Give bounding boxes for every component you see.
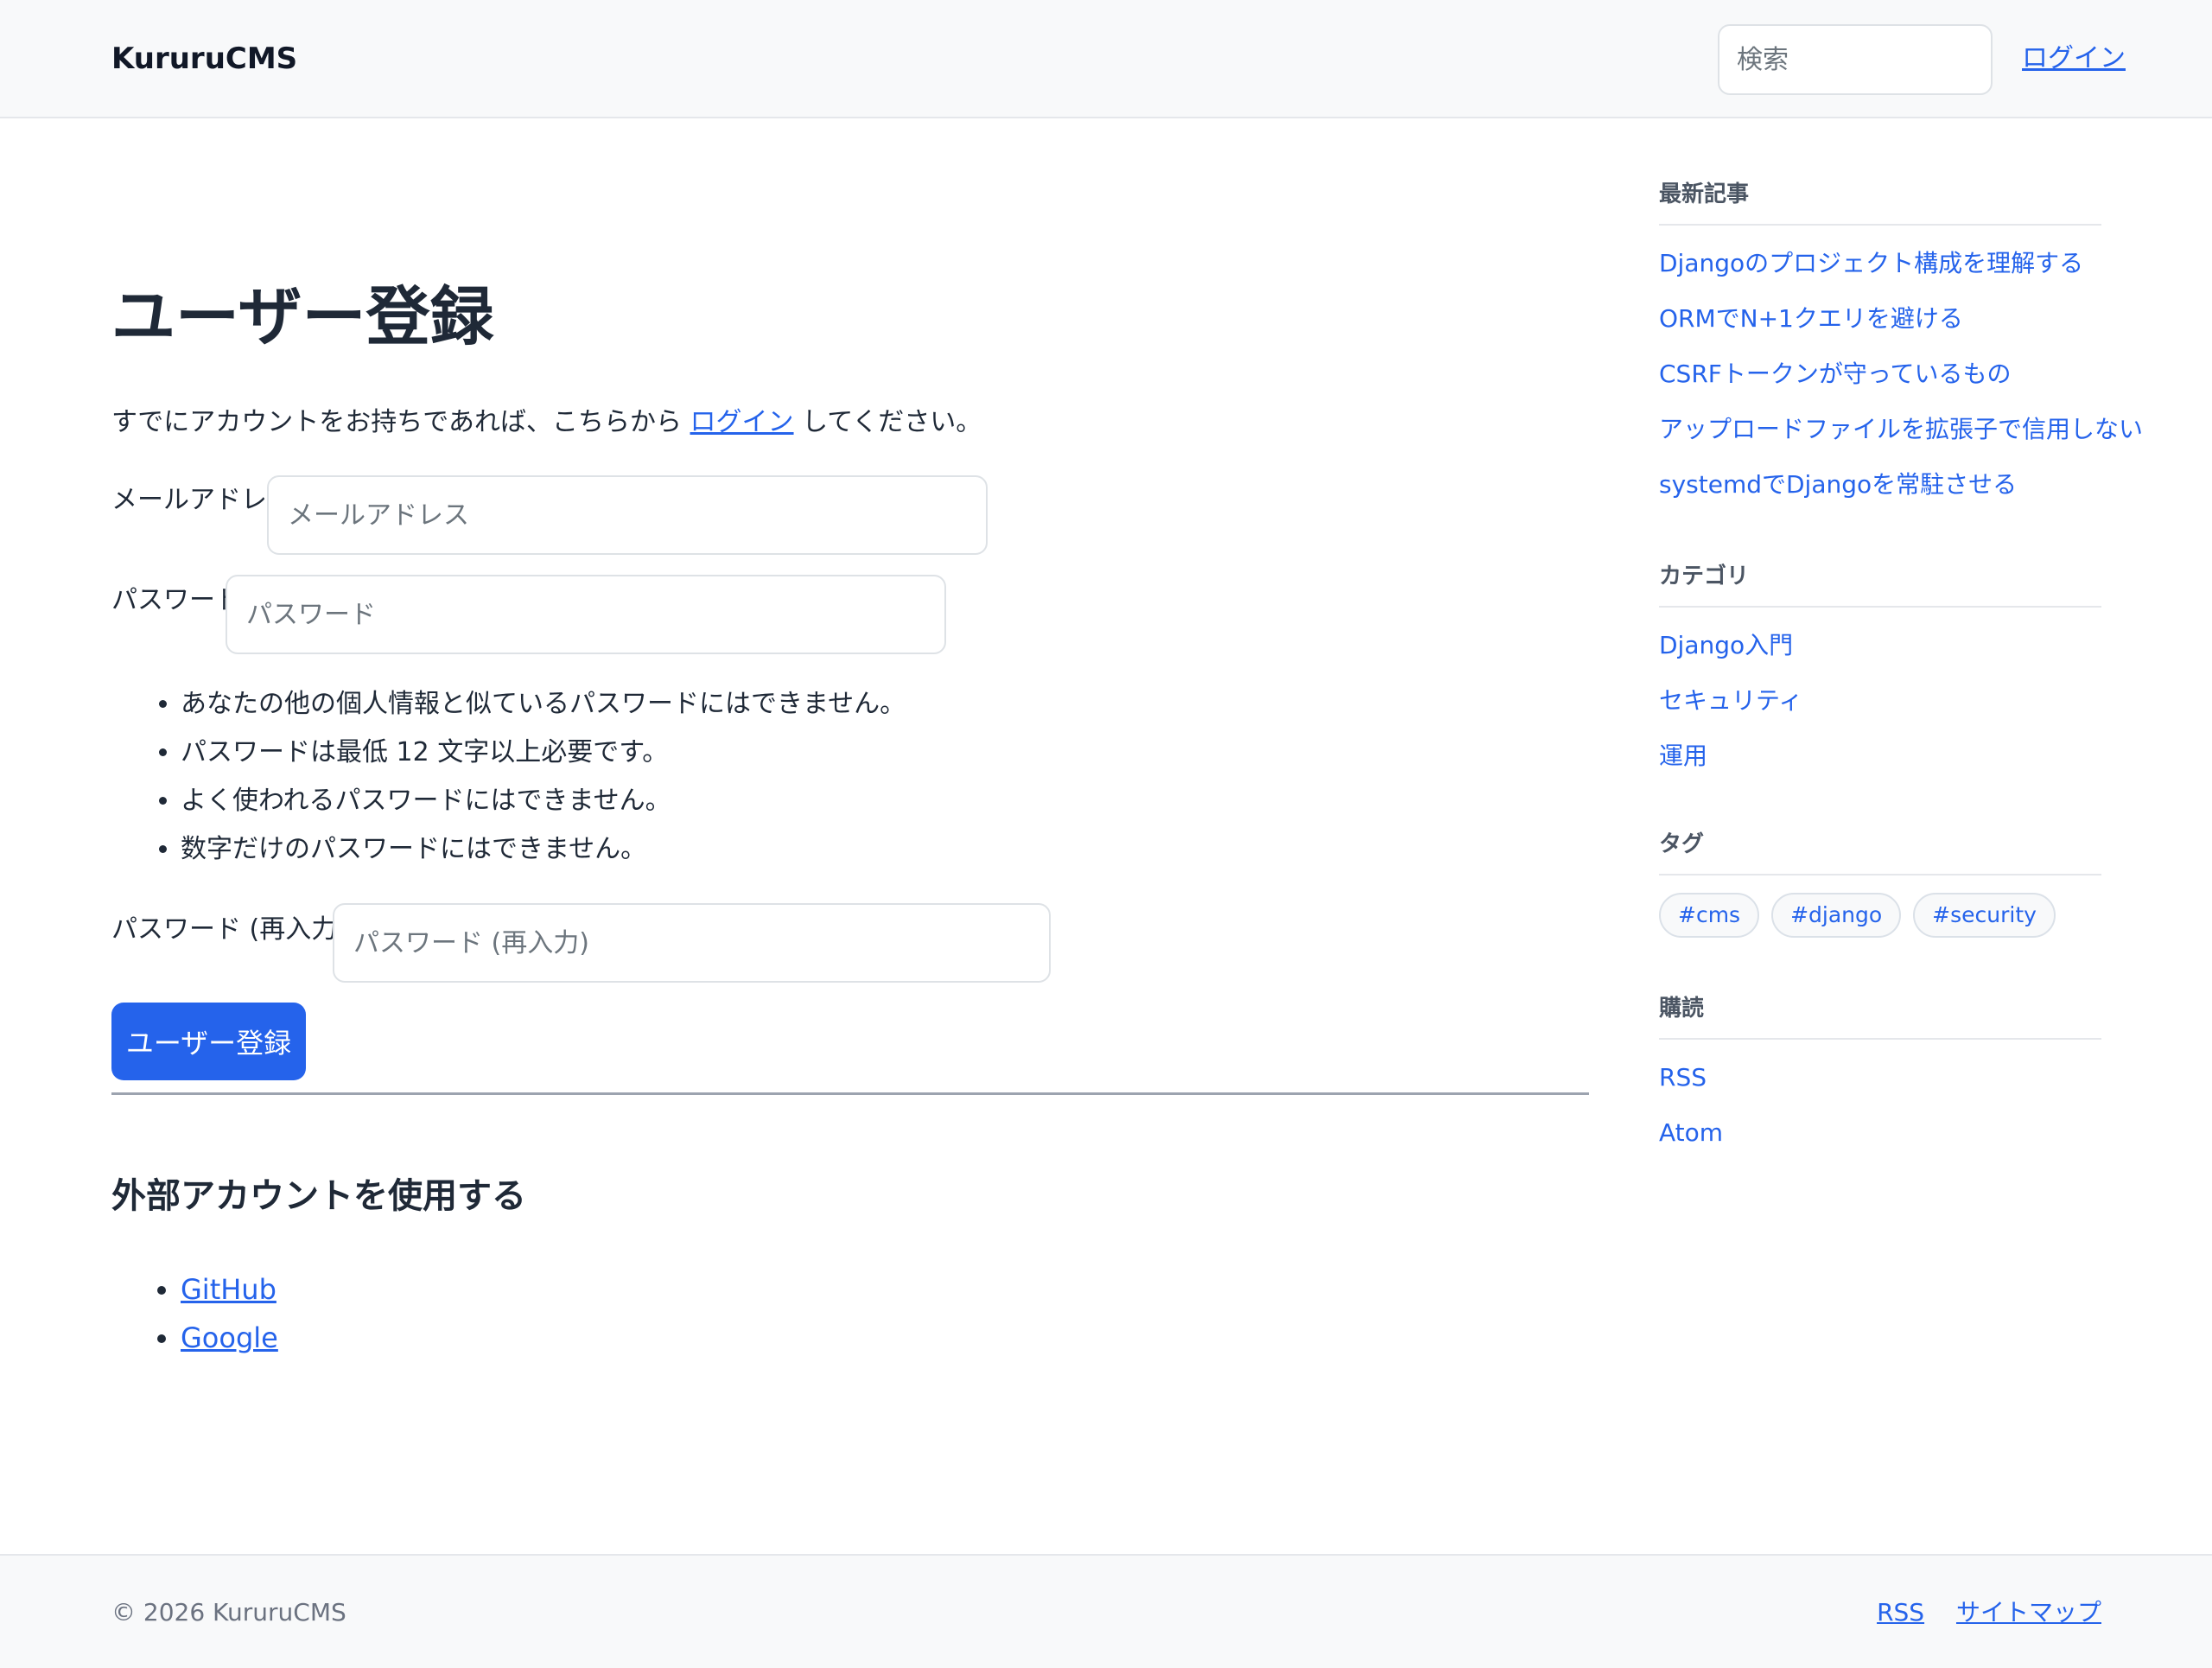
intro-login-link[interactable]: ログイン <box>690 407 794 437</box>
tag-chip[interactable]: #django <box>1771 893 1902 938</box>
list-item: ORMでN+1クエリを避ける <box>1659 291 2143 347</box>
password-help-item: パスワードは最低 12 文字以上必要です。 <box>181 729 906 777</box>
recent-post-link[interactable]: systemdでDjangoを常駐させる <box>1659 470 2017 499</box>
list-item: #security <box>1913 893 2056 938</box>
recent-post-link[interactable]: ORMでN+1クエリを避ける <box>1659 304 1963 333</box>
list-item: RSS <box>1659 1050 1723 1105</box>
list-item: CSRFトークンが守っているもの <box>1659 347 2143 402</box>
social-login-title: 外部アカウントを使用する <box>111 1176 526 1216</box>
github-login-link[interactable]: GitHub <box>181 1273 276 1306</box>
password-confirm-label: パスワード (再入力): <box>111 914 357 945</box>
list-item: アップロードファイルを拡張子で信用しない <box>1659 402 2143 457</box>
list-item: #cms <box>1659 893 1760 938</box>
list-item: GitHub <box>181 1265 278 1314</box>
page-title: ユーザー登録 <box>111 280 494 354</box>
password-help-item: よく使われるパスワードにはできません。 <box>181 777 906 825</box>
list-item: Django入門 <box>1659 618 1802 673</box>
categories-heading: カテゴリ <box>1659 559 2101 608</box>
tag-chip[interactable]: #security <box>1913 893 2056 938</box>
search-input[interactable] <box>1718 24 1993 95</box>
rss-link[interactable]: RSS <box>1659 1063 1707 1092</box>
password-help-item: 数字だけのパスワードにはできません。 <box>181 825 906 874</box>
social-provider-list: GitHub Google <box>111 1265 278 1362</box>
list-item: systemdでDjangoを常駐させる <box>1659 457 2143 512</box>
footer-sitemap-link[interactable]: サイトマップ <box>1956 1598 2101 1627</box>
list-item: 運用 <box>1659 729 1802 784</box>
tag-chip[interactable]: #cms <box>1659 893 1760 938</box>
atom-link[interactable]: Atom <box>1659 1118 1723 1147</box>
list-item: Djangoのプロジェクト構成を理解する <box>1659 236 2143 291</box>
site-header: KururuCMS ログイン <box>0 0 2212 118</box>
list-item: Atom <box>1659 1105 1723 1161</box>
copyright-text: © 2026 KururuCMS <box>111 1598 346 1627</box>
subscribe-list: RSS Atom <box>1659 1050 1723 1161</box>
recent-posts-heading: 最新記事 <box>1659 177 2101 226</box>
recent-post-link[interactable]: CSRFトークンが守っているもの <box>1659 360 2012 388</box>
password-field[interactable] <box>226 575 946 654</box>
category-link[interactable]: 運用 <box>1659 742 1707 770</box>
brand-logo[interactable]: KururuCMS <box>111 38 297 80</box>
login-prompt-after: してください。 <box>802 407 982 437</box>
recent-post-link[interactable]: アップロードファイルを拡張子で信用しない <box>1659 415 2143 443</box>
tags-heading: タグ <box>1659 827 2101 875</box>
password-confirm-field[interactable] <box>333 903 1051 983</box>
header-login-link[interactable]: ログイン <box>2022 40 2126 78</box>
section-divider <box>111 1092 1589 1095</box>
footer-rss-link[interactable]: RSS <box>1877 1598 1924 1627</box>
list-item: セキュリティ <box>1659 673 1802 729</box>
recent-post-link[interactable]: Djangoのプロジェクト構成を理解する <box>1659 249 2083 277</box>
email-field[interactable] <box>267 475 988 555</box>
subscribe-heading: 購読 <box>1659 991 2101 1040</box>
signup-button[interactable]: ユーザー登録 <box>111 1003 306 1080</box>
categories-list: Django入門 セキュリティ 運用 <box>1659 618 1802 784</box>
list-item: Google <box>181 1314 278 1362</box>
login-prompt: すでにアカウントをお持ちであれば、こちらから ログイン してください。 <box>111 404 982 442</box>
tag-list: #cms #django #security <box>1659 893 2056 938</box>
category-link[interactable]: セキュリティ <box>1659 686 1802 715</box>
recent-posts-list: Djangoのプロジェクト構成を理解する ORMでN+1クエリを避ける CSRF… <box>1659 236 2143 512</box>
password-help-list: あなたの他の個人情報と似ているパスワードにはできません。 パスワードは最低 12… <box>111 680 906 874</box>
google-login-link[interactable]: Google <box>181 1321 278 1354</box>
login-prompt-before: すでにアカウントをお持ちであれば、こちらから <box>111 407 682 437</box>
list-item: #django <box>1771 893 1902 938</box>
category-link[interactable]: Django入門 <box>1659 631 1793 659</box>
footer-links: RSS サイトマップ <box>1853 1594 2101 1632</box>
password-help-item: あなたの他の個人情報と似ているパスワードにはできません。 <box>181 680 906 729</box>
site-footer: © 2026 KururuCMS RSS サイトマップ <box>0 1554 2212 1668</box>
